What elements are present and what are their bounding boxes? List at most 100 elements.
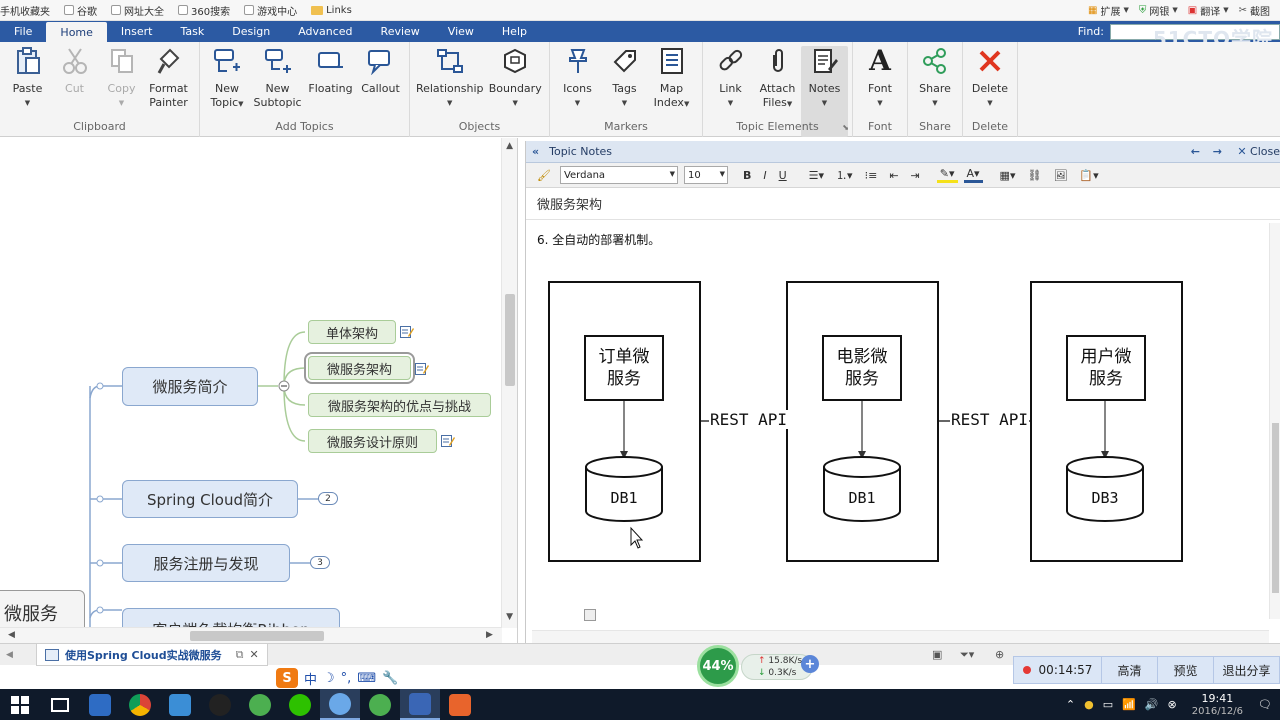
funnel-icon[interactable]: ⏷▾ [960,648,974,662]
sogou-logo-icon[interactable]: S [276,668,298,688]
mindmap-canvas[interactable]: 微服务简介 Spring Cloud简介 2 服务注册与发现 3 客户端负载均衡… [0,138,518,643]
ime-mode-toggle[interactable]: 中 [304,669,317,688]
wrench-icon[interactable]: 🔧 [382,671,398,686]
task-view-button[interactable] [40,689,80,720]
taskbar-chrome[interactable] [120,689,160,720]
taskbar-qq[interactable] [200,689,240,720]
tab-task[interactable]: Task [166,21,218,42]
tab-insert[interactable]: Insert [107,21,167,42]
prev-arrow-icon[interactable]: ← [1191,145,1200,158]
collapsed-count-badge[interactable]: 3 [310,556,330,569]
tab-restore-icon[interactable]: ⧉ [236,648,244,662]
scroll-left-arrow-icon[interactable]: ◀ [8,630,15,640]
volume-icon[interactable]: 🔊 [1145,698,1159,711]
scroll-thumb[interactable] [505,294,515,386]
image-icon[interactable]: 🖼 [1050,169,1070,182]
main-topic-microservice-intro[interactable]: 微服务简介 [122,367,258,406]
start-button[interactable] [0,689,40,720]
tray-app-icon[interactable]: ● [1084,698,1094,711]
numbered-list-icon[interactable]: ⒈▾ [833,167,856,183]
fav-games[interactable]: 游戏中心 [244,3,297,18]
taskbar-clock[interactable]: 19:41 2016/12/6 [1192,692,1243,718]
collapse-pane-icon[interactable]: « [532,145,539,158]
clear-format-icon[interactable]: 🖌 [534,169,554,182]
scroll-down-arrow-icon[interactable]: ▼ [506,612,513,622]
text-color-icon[interactable]: A▾ [963,167,983,183]
horizontal-scrollbar[interactable] [0,627,502,643]
subtopic-design-principles[interactable]: 微服务设计原则 [308,429,437,453]
keyboard-icon[interactable]: ⌨ [357,671,376,686]
punctuation-icon[interactable]: °, [341,671,352,686]
paste-special-icon[interactable]: 📋▾ [1076,169,1101,182]
tab-scroll-left-icon[interactable]: ◀ [6,650,13,660]
vertical-scrollbar[interactable] [501,138,517,628]
note-icon[interactable] [400,325,414,338]
notes-horizontal-scrollbar[interactable] [532,630,1269,643]
preview-button[interactable]: 预览 [1158,656,1214,684]
close-notes-button[interactable]: ✕ Close [1237,145,1280,158]
scroll-thumb[interactable] [190,631,324,641]
taskbar-recorder[interactable] [320,689,360,720]
tab-view[interactable]: View [434,21,488,42]
tab-file[interactable]: File [0,21,46,42]
font-size-select[interactable]: 10 ▼ [683,166,728,184]
bullet-list-icon[interactable]: ⁝≡ [862,169,881,182]
fav-links[interactable]: Links [311,5,352,16]
filter-icon[interactable]: ▣ [932,648,942,661]
moon-icon[interactable]: ☽ [323,671,335,686]
notification-icon[interactable]: 🗨 [1258,698,1272,711]
underline-button[interactable]: U [776,169,790,182]
network-monitor-widget[interactable]: ↑ 15.8K/s ↓ 0.3K/s 44% + [697,645,819,687]
wifi-icon[interactable]: 📶 [1122,698,1136,711]
ext-button[interactable]: ▦ 扩展 ▼ [1088,3,1129,18]
main-topic-spring-cloud-intro[interactable]: Spring Cloud简介 [122,480,298,518]
tab-advanced[interactable]: Advanced [284,21,366,42]
fav-360search[interactable]: 360搜索 [178,3,230,18]
tab-help[interactable]: Help [488,21,541,42]
notes-vertical-scrollbar[interactable] [1269,223,1280,619]
exit-share-button[interactable]: 退出分享 [1214,656,1279,684]
scroll-thumb[interactable] [1272,423,1279,593]
next-arrow-icon[interactable]: → [1213,145,1222,158]
bold-button[interactable]: B [740,169,754,182]
tab-close-icon[interactable]: ✕ [250,648,259,661]
taskbar-wechat[interactable] [280,689,320,720]
indent-icon[interactable]: ⇥ [908,169,923,182]
tab-review[interactable]: Review [367,21,434,42]
highlight-color-icon[interactable]: ✎▾ [936,167,958,183]
scroll-right-arrow-icon[interactable]: ▶ [486,630,493,640]
tray-close-icon[interactable]: ⊗ [1168,698,1177,711]
taskbar-office[interactable] [440,689,480,720]
hyperlink-icon[interactable]: ⛓ [1024,169,1044,182]
main-topic-service-discovery[interactable]: 服务注册与发现 [122,544,290,582]
tray-expand-icon[interactable]: ⌃ [1066,698,1075,711]
subtopic-monolith[interactable]: 单体架构 [308,320,396,344]
fav-nav[interactable]: 网址大全 [111,3,164,18]
taskbar-network-app[interactable] [160,689,200,720]
translate-button[interactable]: ▣ 翻译 ▼ [1188,3,1229,18]
quality-button[interactable]: 高清 [1102,656,1158,684]
subtopic-microservice-architecture[interactable]: 微服务架构 [304,352,415,384]
table-icon[interactable]: ▦▾ [997,169,1019,182]
fav-mobile[interactable]: 手机收藏夹 [0,3,50,18]
find-input[interactable]: 51CTO学院 [1110,23,1280,51]
dialog-launcher-icon[interactable]: ⬊ [842,123,849,132]
plus-icon[interactable]: + [801,655,819,673]
fav-google[interactable]: 谷歌 [64,3,97,18]
screenshot-button[interactable]: ✂ 截图 [1239,3,1270,18]
tab-home[interactable]: Home [46,22,107,42]
battery-icon[interactable]: ▭ [1103,698,1113,711]
taskbar-mindmanager[interactable] [400,689,440,720]
sheet-tab[interactable]: 使用Spring Cloud实战微服务 ⧉ ✕ [36,644,268,666]
italic-button[interactable]: I [760,169,769,182]
note-icon[interactable] [441,434,455,447]
subtopic-pros-challenges[interactable]: 微服务架构的优点与挑战 [308,393,491,417]
zoom-add-icon[interactable]: ⊕ [995,648,1004,661]
note-icon[interactable] [415,362,429,375]
bank-button[interactable]: ⛨ 网银 ▼ [1139,3,1178,18]
align-icon[interactable]: ☰▾ [806,169,827,182]
collapsed-count-badge[interactable]: 2 [318,492,338,505]
notes-editor[interactable]: 6. 全自动的部署机制。 订单微服务 电影微服务 用户微服务 DB1 DB1 D… [532,223,1270,621]
tab-design[interactable]: Design [218,21,284,42]
taskbar-browser-360-a[interactable] [240,689,280,720]
